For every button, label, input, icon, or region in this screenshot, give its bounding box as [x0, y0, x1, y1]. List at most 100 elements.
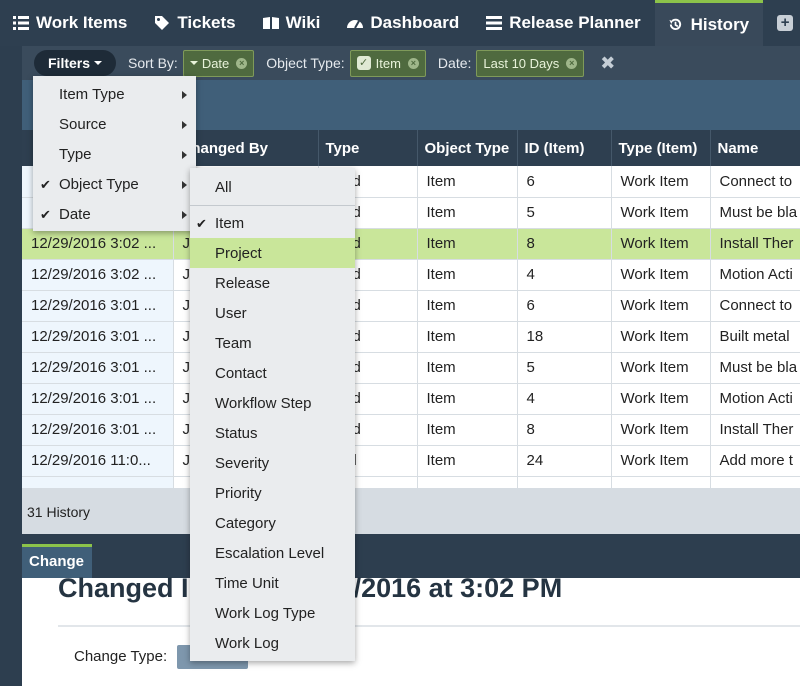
object-type-option-workflow-step[interactable]: Workflow Step [190, 388, 355, 418]
table-cell: 24 [517, 445, 612, 477]
date-chip[interactable]: Last 10 Days × [476, 49, 585, 77]
tab-tickets[interactable]: Tickets [141, 0, 249, 46]
chevron-right-icon [182, 91, 187, 99]
filter-menu-item-type[interactable]: Item Type [33, 79, 196, 109]
plus-icon: + [777, 15, 794, 31]
object-type-option-category[interactable]: Category [190, 508, 355, 538]
table-cell: Work Item [611, 259, 711, 291]
table-row[interactable]: 12/29/2016 3:02 ...JngedItem4Work ItemMo… [22, 259, 800, 291]
tab-work-items-label: Work Items [36, 13, 128, 32]
filters-button[interactable]: Filters [34, 50, 117, 76]
checkbox-icon: ✓ [356, 56, 371, 70]
sort-by-chip[interactable]: Date × [182, 49, 255, 77]
table-cell: Install Ther [710, 414, 800, 446]
table-cell: 12/29/2016 11:0... [22, 445, 174, 477]
table-cell [417, 476, 518, 488]
option-label: Item [215, 214, 245, 232]
table-cell: Item [417, 290, 518, 322]
filter-menu-source[interactable]: Source [33, 109, 196, 139]
table-cell: 12/29/2016 3:01 ... [22, 352, 174, 384]
history-icon [667, 16, 685, 34]
table-row[interactable]: 12/29/2016 3:01 ...JngedItem5Work ItemMu… [22, 352, 800, 384]
filters-menu: Item Type Source Type ✔ Object Type ✔ Date [33, 76, 196, 231]
history-count: 31 History [22, 488, 800, 534]
sort-by-label: Sort By: [128, 55, 178, 71]
object-type-option-time-unit[interactable]: Time Unit [190, 568, 355, 598]
object-type-option-escalation-level[interactable]: Escalation Level [190, 538, 355, 568]
object-type-option-work-log-type[interactable]: Work Log Type [190, 598, 355, 628]
filter-menu-type[interactable]: Type [33, 139, 196, 169]
filters-button-label: Filters [48, 55, 91, 71]
menu-divider [190, 205, 355, 206]
object-type-option-priority[interactable]: Priority [190, 478, 355, 508]
table-row[interactable]: 12/29/2016 11:0...JatedItem24Work ItemAd… [22, 445, 800, 477]
add-tab-button[interactable]: + [763, 0, 800, 46]
table-row[interactable] [22, 476, 800, 488]
table-cell: Item [417, 259, 518, 291]
table-cell: Work Item [611, 445, 711, 477]
clear-filters-icon[interactable]: ✖ [600, 53, 615, 74]
object-type-option-item[interactable]: ✔ Item [190, 208, 355, 238]
option-label: All [215, 178, 232, 196]
table-cell: Item [417, 383, 518, 415]
object-type-option-all[interactable]: All [190, 172, 355, 202]
filter-menu-object-type[interactable]: ✔ Object Type [33, 169, 196, 199]
table-cell: 4 [517, 383, 612, 415]
table-row[interactable]: 12/29/2016 3:01 ...JngedItem6Work ItemCo… [22, 290, 800, 322]
object-type-option-user[interactable]: User [190, 298, 355, 328]
table-cell: Item [417, 228, 518, 260]
object-type-option-status[interactable]: Status [190, 418, 355, 448]
tab-history[interactable]: History [654, 0, 764, 46]
table-cell: 12/29/2016 3:01 ... [22, 414, 174, 446]
left-margin [0, 46, 22, 534]
table-cell [22, 476, 174, 488]
table-row[interactable]: 12/29/2016 3:01 ...JngedItem4Work ItemMo… [22, 383, 800, 415]
tab-tickets-label: Tickets [177, 13, 236, 32]
tab-release-planner[interactable]: Release Planner [473, 0, 654, 46]
object-type-chip[interactable]: ✓ Item × [349, 49, 426, 77]
option-label: Team [215, 334, 252, 352]
table-cell: Motion Acti [710, 259, 800, 291]
planner-icon [485, 14, 503, 32]
table-cell: Work Item [611, 228, 711, 260]
table-cell: Item [417, 445, 518, 477]
table-cell: 5 [517, 197, 612, 229]
object-type-option-team[interactable]: Team [190, 328, 355, 358]
column-header[interactable]: Name [710, 130, 800, 166]
column-header[interactable]: Object Type [417, 130, 518, 166]
history-count-label: 31 History [27, 504, 91, 520]
table-row[interactable]: 12/29/2016 3:01 ...JngedItem8Work ItemIn… [22, 414, 800, 446]
tab-wiki-label: Wiki [285, 13, 321, 32]
object-type-option-contact[interactable]: Contact [190, 358, 355, 388]
check-icon: ✔ [196, 216, 207, 231]
object-type-option-project[interactable]: Project [190, 238, 355, 268]
column-header[interactable]: Type (Item) [611, 130, 711, 166]
tab-work-items[interactable]: Work Items [0, 0, 141, 46]
option-label: Time Unit [215, 574, 279, 592]
object-type-option-work-log[interactable]: Work Log [190, 628, 355, 658]
tab-dashboard[interactable]: Dashboard [334, 0, 473, 46]
column-header[interactable]: Type [318, 130, 418, 166]
remove-icon[interactable]: × [236, 57, 248, 69]
object-type-option-release[interactable]: Release [190, 268, 355, 298]
divider [58, 625, 800, 627]
table-row[interactable]: 12/29/2016 3:02 ...JngedItem8Work ItemIn… [22, 228, 800, 260]
tab-wiki[interactable]: Wiki [250, 0, 335, 46]
chevron-right-icon [182, 181, 187, 189]
table-row[interactable]: 12/29/2016 3:01 ...JngedItem18Work ItemB… [22, 321, 800, 353]
object-type-submenu: All ✔ Item Project Release User Team Contact Wo… [190, 168, 355, 661]
filter-menu-date[interactable]: ✔ Date [33, 199, 196, 229]
tab-history-label: History [690, 14, 750, 34]
column-header[interactable]: ID (Item) [517, 130, 612, 166]
change-detail-panel: Changed I n S on 12/29/2016 at 3:02 PM C… [22, 573, 800, 686]
top-nav: Work Items Tickets Wiki Dashboard Releas… [0, 0, 800, 46]
remove-icon[interactable]: × [407, 57, 419, 69]
table-cell: Install Ther [710, 228, 800, 260]
table-cell: Item [417, 321, 518, 353]
option-label: User [215, 304, 247, 322]
table-cell: Work Item [611, 197, 711, 229]
object-type-option-severity[interactable]: Severity [190, 448, 355, 478]
tab-release-planner-label: Release Planner [509, 13, 641, 32]
table-cell: Work Item [611, 166, 711, 198]
remove-icon[interactable]: × [566, 57, 578, 69]
